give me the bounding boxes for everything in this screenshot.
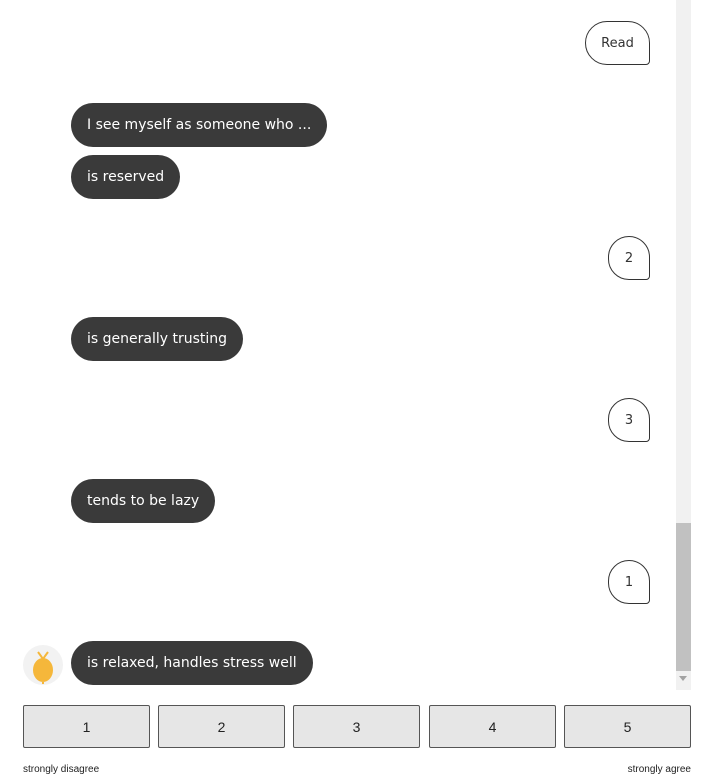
scale-option-5-button[interactable]: 5 <box>564 705 691 748</box>
scale-option-3-button[interactable]: 3 <box>293 705 420 748</box>
bot-message-bubble: is generally trusting <box>71 317 244 361</box>
chat-scrollbar[interactable] <box>676 0 691 690</box>
scale-min-label: strongly disagree <box>23 764 100 775</box>
bot-message-bubble: is relaxed, handles stress well <box>71 641 313 685</box>
user-reply-bubble: Read <box>585 21 650 65</box>
bot-message-bubble: tends to be lazy <box>71 479 216 523</box>
bot-avatar <box>23 645 63 685</box>
bot-message-bubble: is reserved <box>71 155 181 199</box>
user-reply-bubble: 3 <box>608 398 650 442</box>
scale-option-4-button[interactable]: 4 <box>429 705 556 748</box>
user-reply-bubble: 2 <box>608 236 650 280</box>
scroll-down-arrow-icon[interactable] <box>679 676 687 681</box>
bot-message-bubble: I see myself as someone who ... <box>71 103 328 147</box>
chat-transcript: Read I see myself as someone who ... is … <box>0 0 676 690</box>
scale-option-2-button[interactable]: 2 <box>158 705 285 748</box>
scale-max-label: strongly agree <box>627 764 691 775</box>
scale-option-1-button[interactable]: 1 <box>23 705 150 748</box>
user-reply-bubble: 1 <box>608 560 650 604</box>
lemon-icon <box>33 651 53 684</box>
scrollbar-thumb[interactable] <box>676 523 691 671</box>
